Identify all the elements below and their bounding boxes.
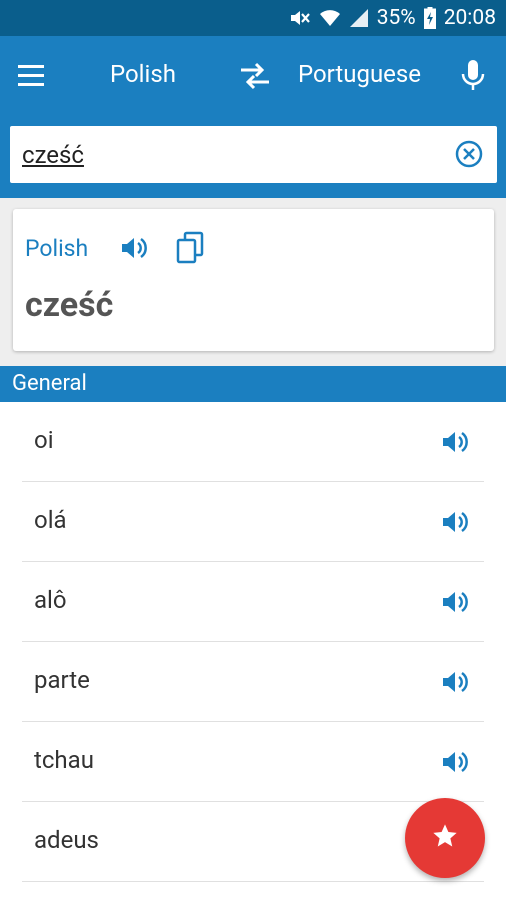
card-language-label: Polish xyxy=(25,235,89,262)
signal-icon xyxy=(349,8,369,28)
list-item-text: adeus xyxy=(34,826,99,854)
search-band: cześć xyxy=(0,116,506,198)
app-bar: Polish Portuguese xyxy=(0,36,506,116)
list-item[interactable]: alô xyxy=(22,562,484,642)
favorite-fab-button[interactable] xyxy=(405,798,485,878)
speaker-icon[interactable] xyxy=(119,233,149,263)
section-header-general: General xyxy=(0,366,506,402)
list-item-text: parte xyxy=(34,666,90,694)
list-item[interactable]: tchau xyxy=(22,722,484,802)
search-input[interactable]: cześć xyxy=(10,126,497,183)
search-query[interactable]: cześć xyxy=(22,141,84,169)
list-item-text: olá xyxy=(34,506,67,534)
speaker-icon[interactable] xyxy=(440,667,470,697)
source-word: cześć xyxy=(25,285,114,325)
list-item[interactable]: olá xyxy=(22,482,484,562)
battery-charging-icon xyxy=(423,7,436,29)
copy-icon[interactable] xyxy=(175,231,205,265)
swap-icon[interactable] xyxy=(238,58,272,94)
target-language-selector[interactable]: Portuguese xyxy=(298,60,421,88)
clear-circle-icon[interactable] xyxy=(455,140,483,168)
speaker-icon[interactable] xyxy=(440,427,470,457)
speaker-icon[interactable] xyxy=(440,587,470,617)
list-item[interactable]: parte xyxy=(22,642,484,722)
list-item[interactable]: oi xyxy=(22,402,484,482)
speaker-icon[interactable] xyxy=(440,747,470,777)
mute-icon xyxy=(289,8,311,28)
battery-percent: 35% xyxy=(376,6,416,30)
wifi-icon xyxy=(319,8,341,28)
source-language-selector[interactable]: Polish xyxy=(110,60,176,88)
star-icon xyxy=(431,822,459,854)
source-word-card: Polish cześć xyxy=(13,209,494,351)
clock: 20:08 xyxy=(443,6,496,30)
mic-icon[interactable] xyxy=(460,56,486,96)
status-bar: 35% 20:08 xyxy=(0,0,506,36)
list-item-text: tchau xyxy=(34,746,94,774)
speaker-icon[interactable] xyxy=(440,507,470,537)
list-item-text: oi xyxy=(34,426,54,454)
hamburger-menu-icon[interactable] xyxy=(16,62,50,90)
list-item-text: alô xyxy=(34,586,67,614)
